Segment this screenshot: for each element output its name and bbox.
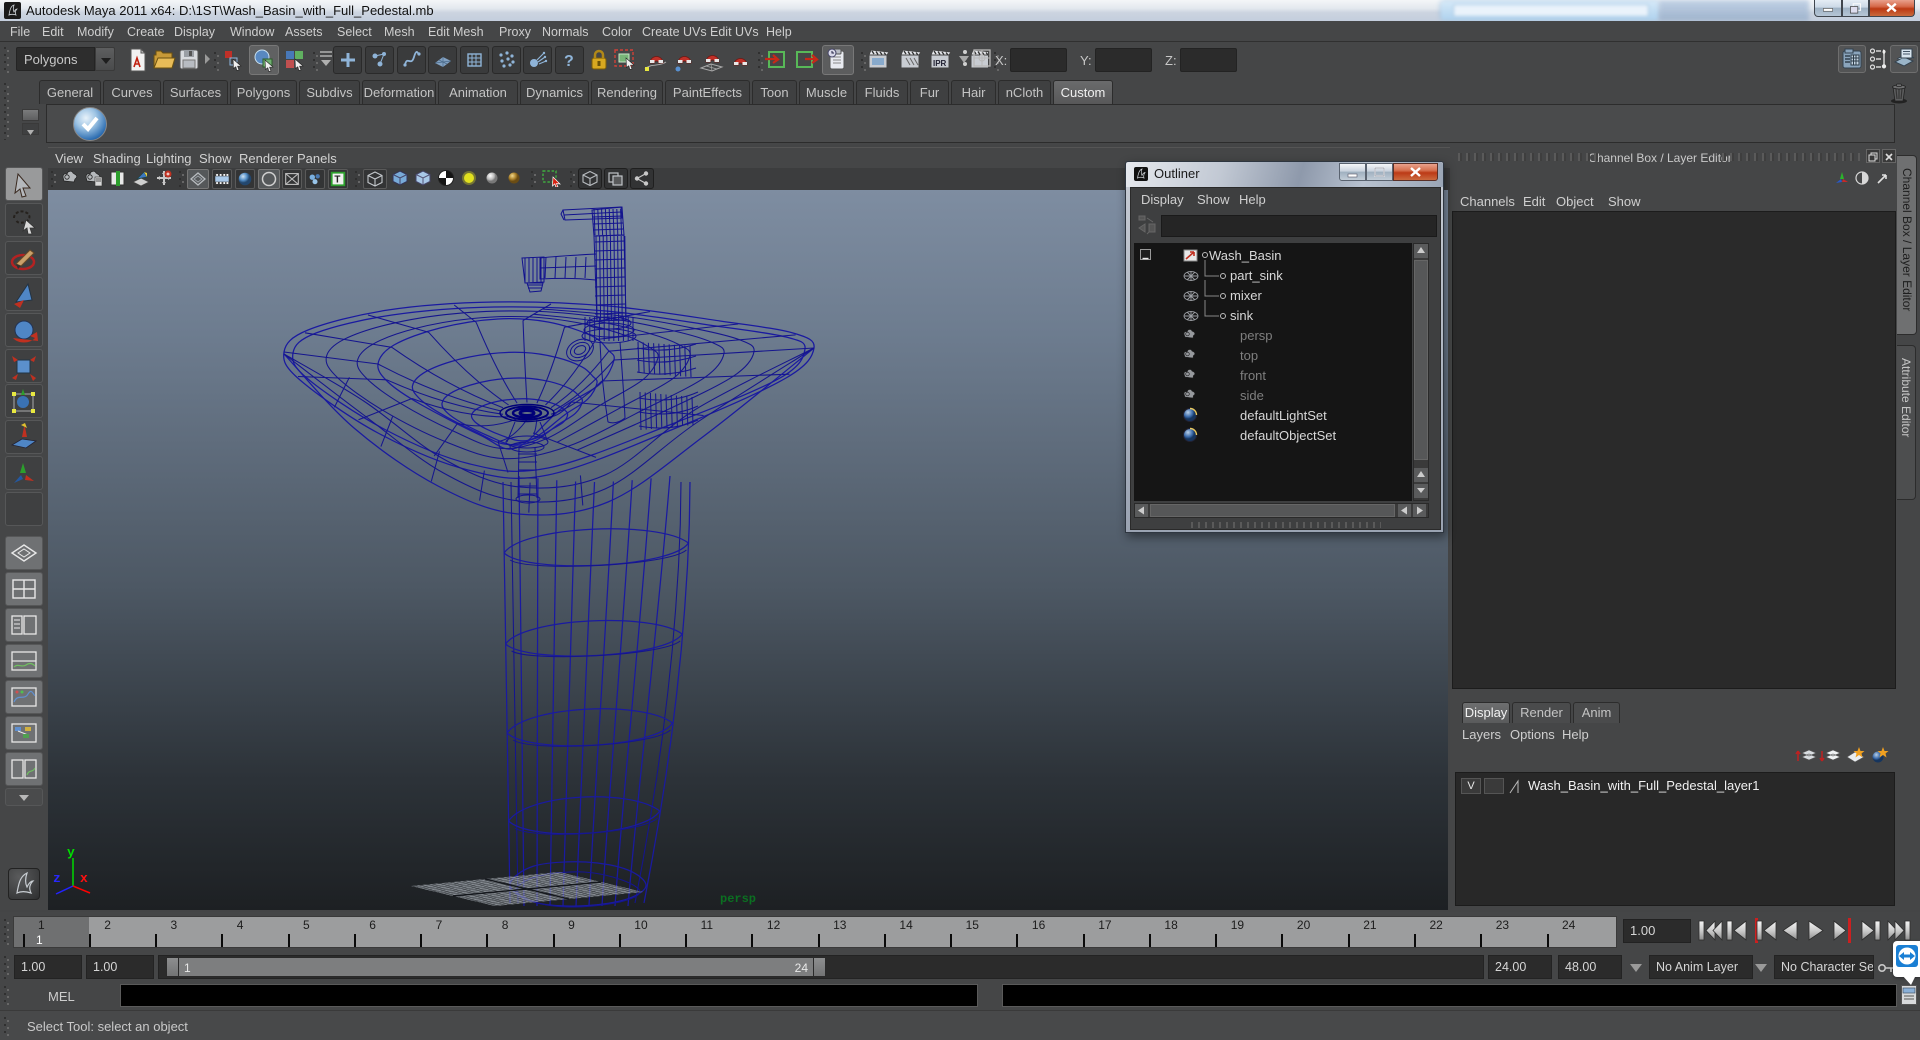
svg-text:x: x bbox=[80, 871, 88, 886]
svg-text:T: T bbox=[334, 175, 340, 186]
svg-text:y: y bbox=[67, 845, 75, 860]
svg-text:IPR: IPR bbox=[933, 59, 947, 68]
svg-text:z: z bbox=[53, 871, 61, 886]
svg-text:?: ? bbox=[564, 53, 574, 70]
